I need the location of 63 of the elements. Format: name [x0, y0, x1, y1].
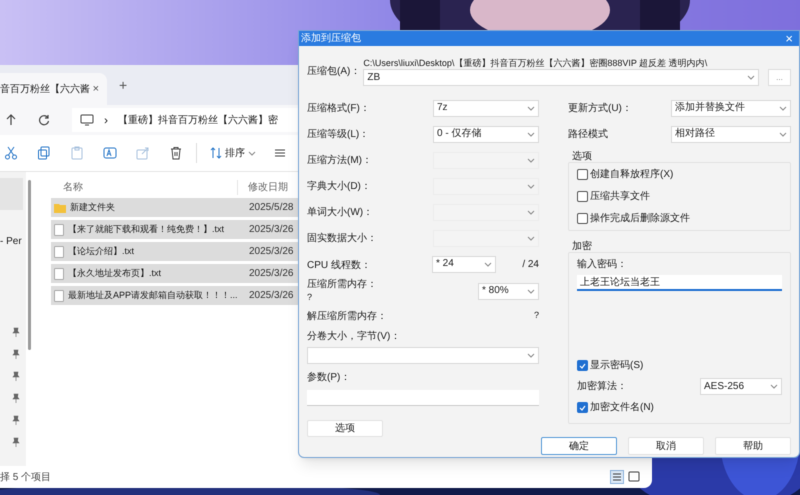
- field-label: 加密算法：: [577, 380, 627, 394]
- field-label: 字典大小(D)：: [307, 180, 371, 194]
- field-label: 输入密码：: [577, 258, 628, 272]
- memory-value: ?: [534, 309, 539, 322]
- group-title: 加密: [571, 241, 593, 252]
- dropdown[interactable]: 相对路径: [671, 126, 791, 142]
- password-field[interactable]: 上老王论坛当老王: [577, 275, 782, 291]
- new-tab-button[interactable]: +: [119, 74, 128, 96]
- dropdown[interactable]: AES-256: [700, 378, 782, 395]
- file-date: 2025/3/26: [249, 267, 294, 281]
- archive-name-combo[interactable]: ZB: [363, 69, 760, 86]
- dialog-button[interactable]: 确定: [541, 437, 617, 455]
- dropdown[interactable]: 0 - 仅存储: [433, 126, 539, 142]
- file-name: 最新地址及APP请发邮箱自动获取！！！...: [68, 288, 238, 302]
- file-date: 2025/3/26: [249, 289, 294, 303]
- close-tab-button[interactable]: ×: [92, 80, 99, 98]
- field-label: 分卷大小，字节(V)：: [307, 330, 402, 344]
- field-label: 单词大小(W)：: [307, 206, 374, 220]
- file-name: 【论坛介绍】.txt: [68, 244, 134, 258]
- options-button[interactable]: 选项: [307, 420, 383, 437]
- column-header[interactable]: 名称: [51, 180, 237, 194]
- archive-path: C:\Users\liuxi\Desktop\【重磅】抖音百万粉丝【六六酱】密圈888VIP 超反差 透明内内\: [363, 58, 708, 69]
- breadcrumb-separator: ›: [104, 112, 108, 129]
- nav-item[interactable]: - Per: [0, 237, 26, 247]
- field-label: 参数(P)：: [307, 370, 352, 385]
- thread-count: / 24: [522, 258, 539, 272]
- field-label: CPU 线程数：: [307, 260, 371, 271]
- sort-button[interactable]: 排序: [210, 146, 256, 160]
- field-label: 固实数据大小：: [307, 232, 377, 246]
- browse-button[interactable]: ...: [768, 69, 791, 86]
- column-header[interactable]: 修改日期: [237, 180, 288, 194]
- checkbox-label: 显示密码(S): [590, 358, 644, 373]
- memory-value: ?: [307, 291, 314, 303]
- checkbox-label: 创建自释放程序(X): [590, 168, 674, 182]
- field-label: 压缩包(A)：: [307, 64, 360, 79]
- checkbox-label: 压缩共享文件: [590, 190, 650, 204]
- field-label: 路径模式: [568, 128, 608, 142]
- window-title: 添加到压缩包: [301, 32, 361, 46]
- file-date: 2025/3/26: [249, 223, 294, 237]
- file-name: 【来了就能下载和观看！纯免费！】.txt: [68, 222, 224, 236]
- field-label: 压缩等级(L)：: [307, 128, 370, 142]
- dialog-button[interactable]: 帮助: [715, 437, 791, 455]
- dropdown[interactable]: 7z: [433, 100, 539, 116]
- dropdown[interactable]: * 80%: [478, 282, 539, 300]
- checkbox-label: 操作完成后删除源文件: [590, 212, 690, 226]
- dialog-button[interactable]: 取消: [628, 437, 704, 455]
- group-title: 选项: [571, 151, 593, 162]
- close-button[interactable]: ×: [785, 32, 797, 45]
- field-label: 解压缩所需内存：: [307, 310, 387, 324]
- status-text: 择 5 个项目: [0, 470, 52, 484]
- breadcrumb[interactable]: 【重磅】抖音百万粉丝【六六酱】密: [118, 112, 278, 128]
- dropdown[interactable]: 添加并替换文件: [671, 100, 791, 116]
- file-name: 新建文件夹: [70, 200, 115, 214]
- checkbox-label: 加密文件名(N): [590, 400, 654, 415]
- dropdown[interactable]: * 24: [432, 256, 496, 272]
- field-label: 更新方式(U)：: [568, 102, 632, 116]
- file-date: 2025/3/26: [249, 245, 294, 259]
- file-name: 【永久地址发布页】.txt: [68, 266, 162, 280]
- field-label: 压缩方法(M)：: [307, 154, 372, 168]
- file-date: 2025/5/28: [249, 201, 294, 215]
- field-label: 压缩所需内存：: [307, 279, 377, 291]
- browser-tab[interactable]: 音百万粉丝【六六酱 ×: [0, 73, 107, 105]
- field-label: 压缩格式(F)：: [307, 102, 370, 116]
